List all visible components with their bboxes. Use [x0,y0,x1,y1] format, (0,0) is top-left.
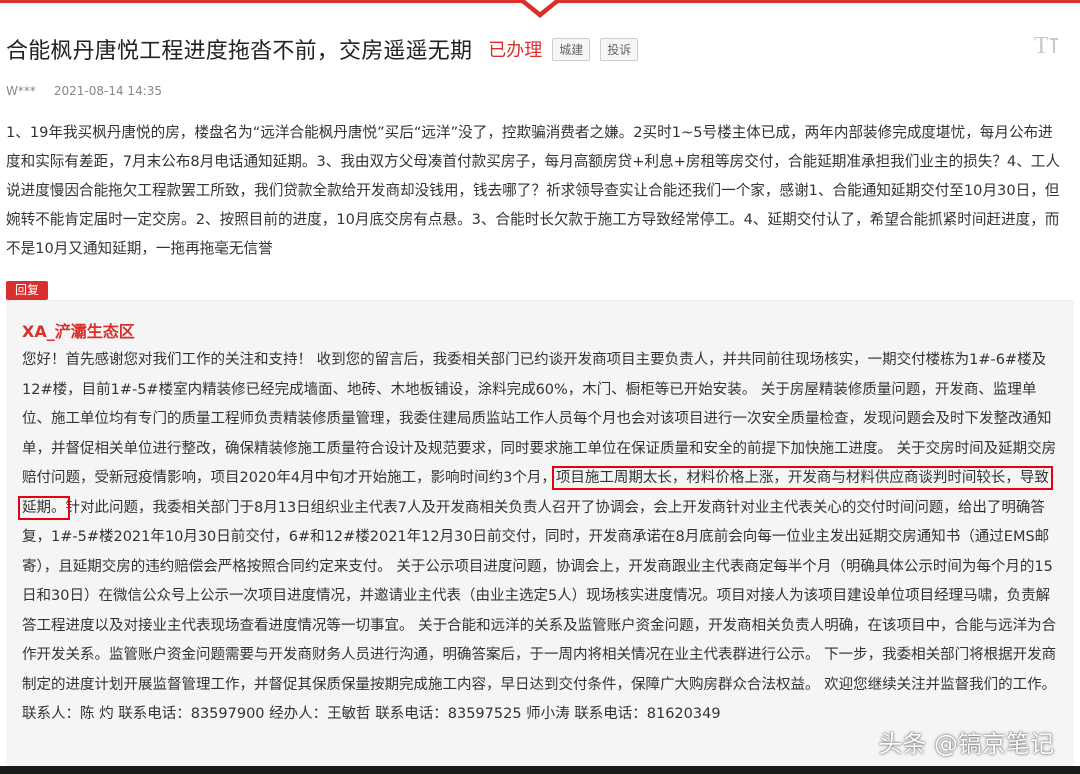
bottom-bar [0,766,1080,774]
post-meta: W*** 2021-08-14 14:35 [6,84,162,98]
reply-badge: 回复 [6,281,49,300]
author-name: W*** [6,84,36,98]
tag-type[interactable]: 投诉 [600,37,639,61]
watermark: 头条 @镐京笔记 [878,730,1054,758]
reply-text-before: 您好！首先感谢您对我们工作的关注和支持！ 收到您的留言后，我委相关部门已约谈开发… [22,352,1057,486]
font-size-toggle-icon[interactable]: T [1034,32,1064,56]
title-row: 合能枫丹唐悦工程进度拖沓不前，交房遥遥无期 已办理 城建 投诉 [6,34,639,64]
reply-text-after: 针对此问题，我委相关部门于8月13日组织业主代表7人及开发商相关负责人召开了协调… [22,499,1057,723]
question-body: 1、19年我买枫丹唐悦的房，楼盘名为“远洋合能枫丹唐悦”买后“远洋”没了，控欺骗… [6,124,1060,257]
tag-category[interactable]: 城建 [552,37,591,61]
font-toggle-glyph: T [1034,33,1049,56]
reply-department: XA_浐灞生态区 [22,322,135,341]
page-title: 合能枫丹唐悦工程进度拖沓不前，交房遥遥无期 [6,39,473,64]
down-notch-icon [518,0,562,18]
post-timestamp: 2021-08-14 14:35 [53,84,163,98]
status-label: 已办理 [488,40,543,61]
top-bar [0,0,1080,24]
reply-body: 您好！首先感谢您对我们工作的关注和支持！ 收到您的留言后，我委相关部门已约谈开发… [18,346,1062,730]
